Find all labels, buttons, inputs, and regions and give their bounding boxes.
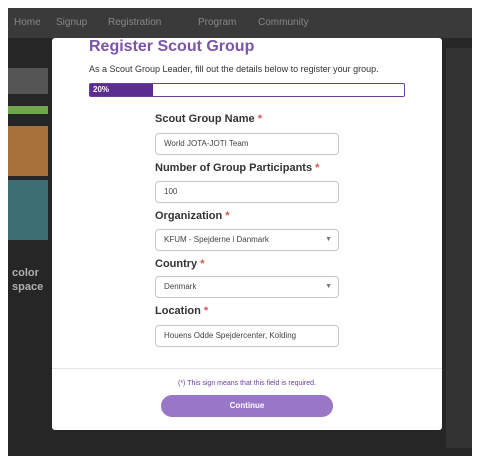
- location-label: Location *: [155, 305, 208, 317]
- country-label-text: Country: [155, 258, 198, 270]
- nav-item-registration[interactable]: Registration: [108, 17, 161, 28]
- required-mark: *: [315, 162, 320, 174]
- nav-item-program[interactable]: Program: [198, 17, 236, 28]
- organization-label: Organization *: [155, 210, 230, 222]
- required-mark: *: [257, 113, 262, 125]
- background-text-line: color: [12, 267, 39, 279]
- background-text-line: space: [12, 281, 44, 293]
- background-image: [8, 126, 48, 176]
- register-modal: Register Scout Group As a Scout Group Le…: [52, 38, 442, 430]
- background-panel: [446, 48, 472, 448]
- top-navigation: Home Signup Registration Program Communi…: [8, 8, 472, 38]
- modal-title: Register Scout Group: [89, 38, 255, 55]
- participants-input[interactable]: 100: [155, 181, 339, 203]
- modal-intro-text: As a Scout Group Leader, fill out the de…: [89, 64, 379, 74]
- group-name-label: Scout Group Name *: [155, 113, 262, 125]
- location-label-text: Location: [155, 305, 201, 317]
- chevron-down-icon: ▼: [325, 283, 332, 290]
- background-strip: [8, 106, 48, 114]
- nav-item-signup[interactable]: Signup: [56, 17, 87, 28]
- required-note: (*) This sign means that this field is r…: [178, 380, 316, 387]
- nav-item-home[interactable]: Home: [14, 17, 41, 28]
- background-image: [8, 180, 48, 240]
- chevron-down-icon: ▼: [325, 236, 332, 243]
- organization-label-text: Organization: [155, 210, 223, 222]
- group-name-label-text: Scout Group Name: [155, 113, 255, 125]
- background-banner: [8, 68, 48, 94]
- divider: [52, 368, 442, 369]
- organization-selected-value: KFUM - Spejderne i Danmark: [164, 235, 269, 244]
- required-mark: *: [200, 258, 205, 270]
- progress-label: 20%: [93, 85, 110, 94]
- participants-label: Number of Group Participants *: [155, 162, 319, 174]
- organization-select[interactable]: KFUM - Spejderne i Danmark ▼: [155, 229, 339, 251]
- country-label: Country *: [155, 258, 205, 270]
- progress-bar: 20%: [89, 83, 405, 97]
- continue-button[interactable]: Continue: [161, 395, 333, 417]
- country-selected-value: Denmark: [164, 282, 197, 291]
- required-mark: *: [203, 305, 209, 317]
- nav-item-community[interactable]: Community: [258, 17, 309, 28]
- location-input[interactable]: Houens Odde Spejdercenter, Kolding: [155, 325, 339, 347]
- participants-label-text: Number of Group Participants: [155, 162, 313, 174]
- background-text: color space: [12, 266, 43, 294]
- country-select[interactable]: Denmark ▼: [155, 276, 339, 298]
- required-mark: *: [225, 210, 230, 222]
- group-name-input[interactable]: World JOTA-JOTI Team: [155, 133, 339, 155]
